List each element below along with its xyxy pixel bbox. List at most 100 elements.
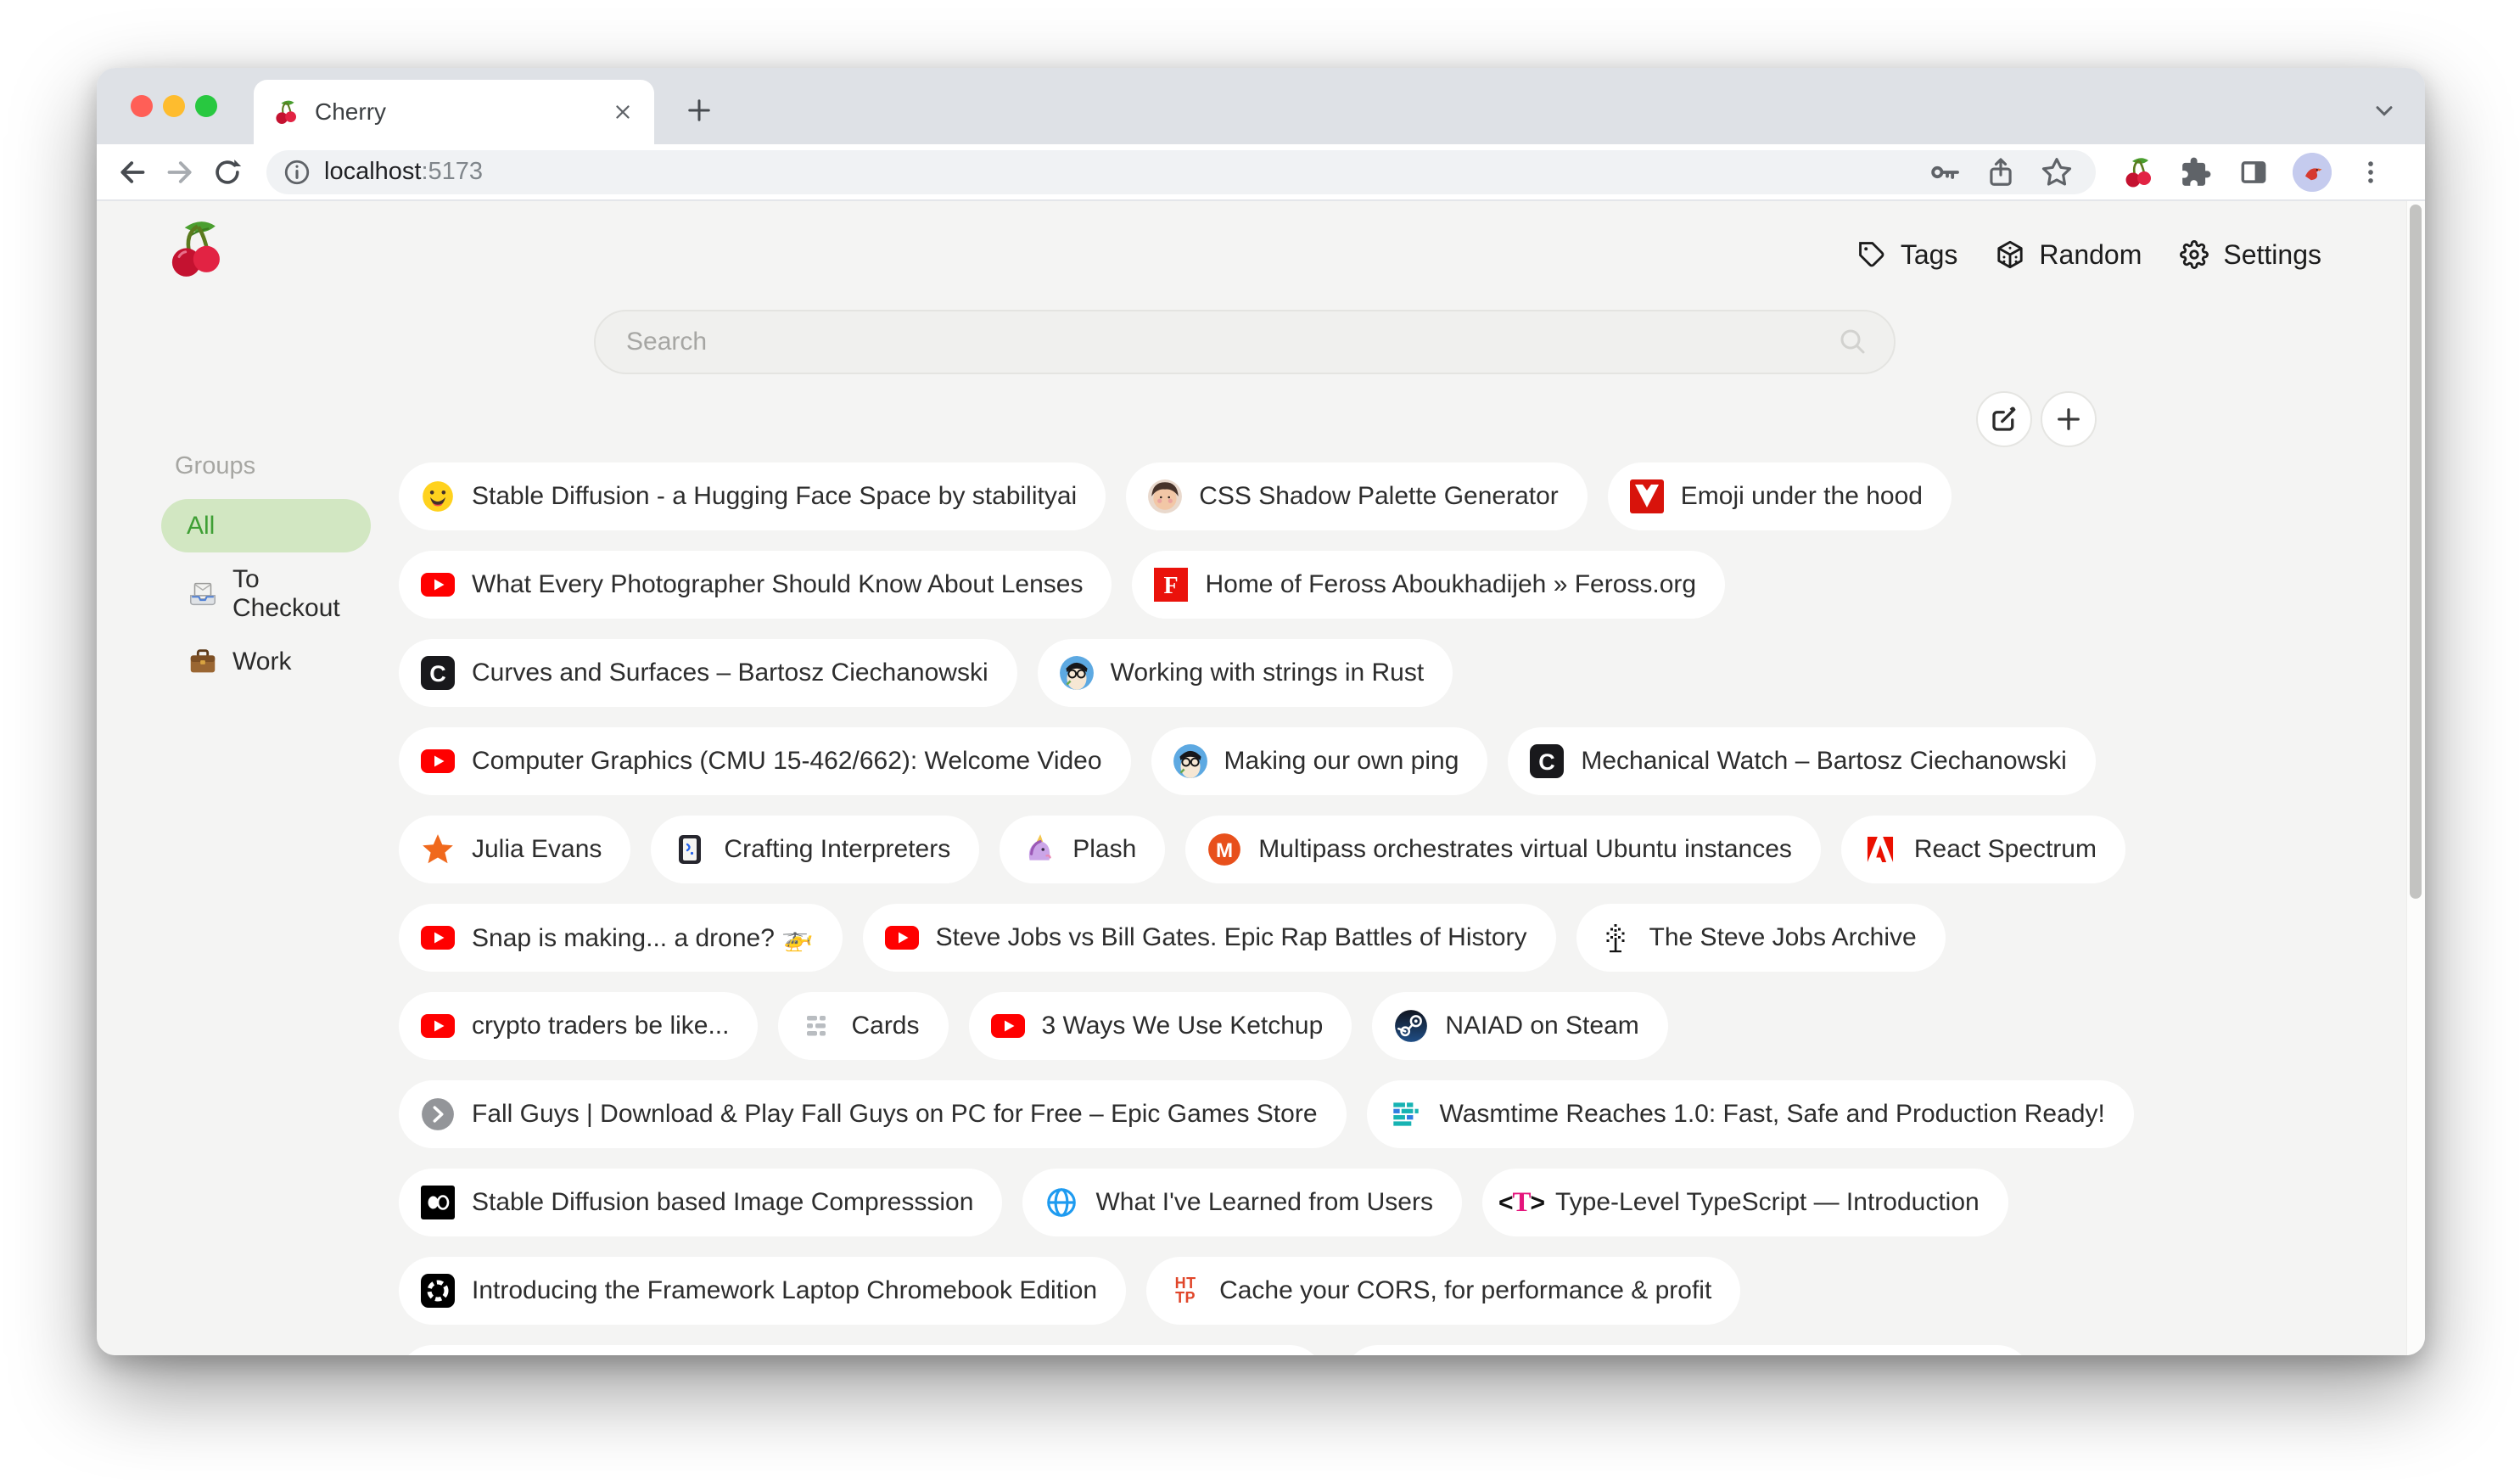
bookmark-pill[interactable]: Fall Guys | Download & Play Fall Guys on…: [399, 1080, 1347, 1148]
bookmark-pill[interactable]: C Curves and Surfaces – Bartosz Ciechanow…: [399, 639, 1017, 707]
extensions-puzzle-icon[interactable]: [2177, 154, 2215, 191]
cherry-favicon: [272, 98, 300, 126]
bookmark-pill[interactable]: Computer Graphics (CMU 15-462/662): Welc…: [399, 727, 1131, 795]
bookmark-pill[interactable]: Wasmtime Reaches 1.0: Fast, Safe and Pro…: [1367, 1080, 2134, 1148]
bookmark-pill[interactable]: Crafting Interpreters: [651, 816, 979, 883]
bookmark-pill[interactable]: Emoji under the hood: [1608, 462, 1952, 530]
address-bar[interactable]: localhost:5173: [266, 150, 2096, 194]
cherry-extension-icon[interactable]: [2120, 154, 2157, 191]
reload-button[interactable]: [204, 149, 251, 196]
nav-label: Random: [2039, 239, 2142, 271]
bookmark-label: CSS Shadow Palette Generator: [1199, 482, 1559, 511]
tab-search-chevron-icon[interactable]: [2366, 92, 2403, 129]
nav-random[interactable]: Random: [1991, 236, 2142, 273]
bookmark-label: What I've Learned from Users: [1095, 1188, 1433, 1217]
bookmark-pill[interactable]: [399, 1345, 1324, 1355]
bookmark-pill[interactable]: CMechanical Watch – Bartosz Ciechanowski: [1508, 727, 2095, 795]
bookmark-pill[interactable]: Stable Diffusion - a Hugging Face Space …: [399, 462, 1106, 530]
typelevel-icon: <T>: [1503, 1184, 1540, 1221]
bookmark-pill[interactable]: [1344, 1345, 2031, 1355]
bookmark-pill[interactable]: Working with strings in Rust: [1038, 639, 1453, 707]
bookmark-label: Curves and Surfaces – Bartosz Ciechanows…: [472, 659, 988, 687]
bookmark-pill[interactable]: 3 Ways We Use Ketchup: [969, 992, 1352, 1060]
bookmark-row-partial: [399, 1345, 2134, 1355]
url-text: localhost:5173: [324, 158, 483, 186]
tab-title: Cherry: [315, 98, 610, 126]
bookmark-pill[interactable]: Julia Evans: [399, 816, 630, 883]
ciechanowski-icon: C: [1528, 743, 1565, 780]
avatar-josh-icon: [1146, 478, 1184, 515]
bookmark-pill[interactable]: <T>Type-Level TypeScript — Introduction: [1482, 1169, 2008, 1236]
app-navigation: Tags Random Settings: [1853, 232, 2321, 278]
bookmark-pill[interactable]: Introducing the Framework Laptop Chromeb…: [399, 1257, 1126, 1325]
share-icon[interactable]: [1982, 154, 2019, 191]
bookmark-row: C Curves and Surfaces – Bartosz Ciechanow…: [399, 639, 2134, 707]
bookmark-pill[interactable]: CSS Shadow Palette Generator: [1126, 462, 1588, 530]
bookmark-pill[interactable]: What Every Photographer Should Know Abou…: [399, 551, 1112, 619]
youtube-icon: [419, 1007, 456, 1045]
close-window-button[interactable]: [131, 95, 153, 117]
youtube-icon: [989, 1007, 1027, 1045]
side-panel-icon[interactable]: [2235, 154, 2272, 191]
search-input[interactable]: [626, 328, 1834, 356]
back-button[interactable]: [109, 149, 156, 196]
youtube-icon: [419, 919, 456, 956]
bookmark-pill[interactable]: Cards: [778, 992, 948, 1060]
profile-avatar[interactable]: [2293, 153, 2332, 192]
bookmark-pill[interactable]: Snap is making... a drone? 🚁: [399, 904, 843, 972]
zoom-window-button[interactable]: [195, 95, 217, 117]
group-item-all[interactable]: All: [161, 499, 371, 552]
bookmark-pill[interactable]: Steve Jobs vs Bill Gates. Epic Rap Battl…: [863, 904, 1556, 972]
browser-window: Cherry localhost:5173 TagsRand: [97, 68, 2425, 1355]
bookmark-label: The Steve Jobs Archive: [1649, 923, 1917, 952]
bookmark-pill[interactable]: The Steve Jobs Archive: [1576, 904, 1946, 972]
tonsky-icon: [1628, 478, 1666, 515]
inbox-icon: [187, 578, 219, 610]
bookmark-pill[interactable]: Plash: [1000, 816, 1165, 883]
cherry-logo: [164, 216, 228, 285]
bookmark-row: crypto traders be like... Cards 3 Ways We …: [399, 992, 2134, 1060]
bookmark-star-icon[interactable]: [2038, 154, 2075, 191]
scrollbar-thumb[interactable]: [2410, 205, 2422, 899]
browser-tab[interactable]: Cherry: [254, 80, 654, 144]
minimize-window-button[interactable]: [163, 95, 185, 117]
gear-icon: [2176, 236, 2213, 273]
close-tab-icon[interactable]: [610, 99, 636, 125]
bookmark-label: Cache your CORS, for performance & profi…: [1219, 1276, 1711, 1305]
briefcase-icon: [187, 646, 219, 678]
tree-icon: [1597, 919, 1634, 956]
bookmark-label: Stable Diffusion based Image Compresssio…: [472, 1188, 973, 1217]
bookmark-pill[interactable]: What I've Learned from Users: [1022, 1169, 1462, 1236]
bookmark-label: Fall Guys | Download & Play Fall Guys on…: [472, 1100, 1318, 1129]
compress-icon: [419, 1184, 456, 1221]
groups-sidebar: Groups AllTo CheckoutWork: [161, 452, 399, 703]
bookmark-label: Steve Jobs vs Bill Gates. Epic Rap Battl…: [936, 923, 1527, 952]
nav-tags[interactable]: Tags: [1853, 236, 1958, 273]
edit-bookmarks-button[interactable]: [1976, 391, 2032, 447]
page-scrollbar[interactable]: [2406, 201, 2425, 1355]
bookmark-row: What Every Photographer Should Know Abou…: [399, 551, 2134, 619]
bookmark-pill[interactable]: MMultipass orchestrates virtual Ubuntu i…: [1185, 816, 1821, 883]
bookmark-pill[interactable]: Stable Diffusion based Image Compresssio…: [399, 1169, 1002, 1236]
bookmark-pill[interactable]: FHome of Feross Aboukhadijeh » Feross.or…: [1132, 551, 1725, 619]
bookmark-pill[interactable]: HTTPCache your CORS, for performance & p…: [1146, 1257, 1740, 1325]
bookmark-pill[interactable]: NAIAD on Steam: [1372, 992, 1667, 1060]
forward-button[interactable]: [156, 149, 204, 196]
add-bookmark-button[interactable]: [2041, 391, 2097, 447]
menu-dots-icon[interactable]: [2352, 154, 2389, 191]
bookmark-pill[interactable]: Making our own ping: [1151, 727, 1488, 795]
bookmark-row: Stable Diffusion based Image Compresssio…: [399, 1169, 2134, 1236]
ciechanowski-icon: C: [419, 654, 456, 692]
amos-avatar-icon: [1172, 743, 1209, 780]
group-item-work[interactable]: Work: [161, 635, 399, 688]
bookmark-label: crypto traders be like...: [472, 1012, 729, 1040]
nav-settings[interactable]: Settings: [2176, 236, 2321, 273]
new-tab-button[interactable]: [679, 90, 720, 131]
epic-icon: [419, 1096, 456, 1133]
group-item-to-checkout[interactable]: To Checkout: [161, 567, 399, 620]
password-key-icon[interactable]: [1926, 154, 1963, 191]
site-info-icon[interactable]: [282, 157, 312, 188]
bookmark-pill[interactable]: React Spectrum: [1841, 816, 2125, 883]
search-bar[interactable]: [594, 310, 1896, 374]
bookmark-pill[interactable]: crypto traders be like...: [399, 992, 758, 1060]
